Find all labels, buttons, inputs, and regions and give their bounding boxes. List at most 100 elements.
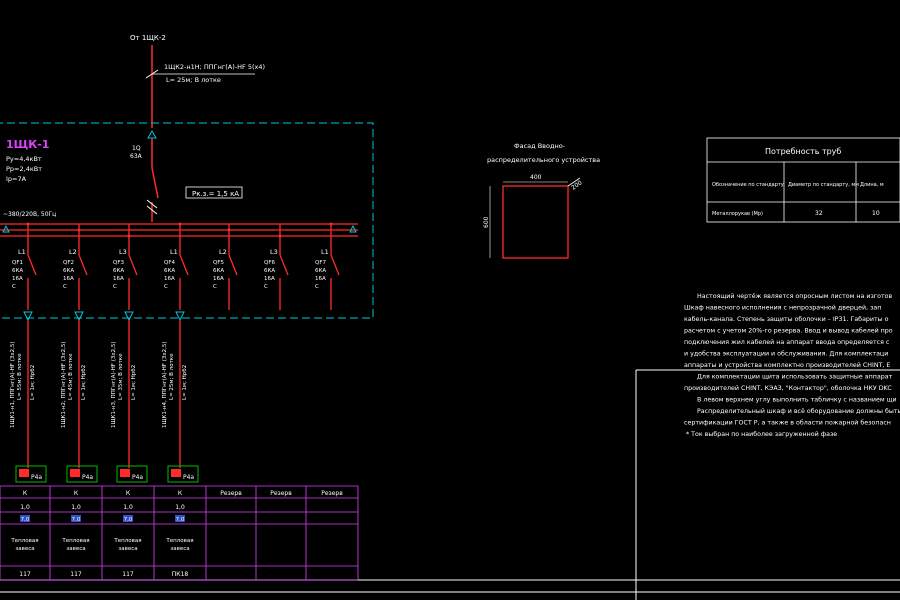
- breaker-6: L3 QF6 6КА 16А С: [264, 224, 289, 310]
- table-cell: 117: [19, 571, 31, 578]
- feeder-terminal: [124, 311, 134, 322]
- cabinet-view: Фасад Вводно- распределительного устройс…: [483, 142, 600, 259]
- table-cell: 117: [70, 571, 82, 578]
- drawing-frame: [0, 369, 900, 600]
- breaker-ka: 6КА: [113, 268, 124, 274]
- panel-pr: Рр=2,4кВт: [6, 165, 42, 173]
- main-switch: 1Q 63А Рк.з.= 1,5 кА: [130, 129, 243, 222]
- cabinet-title-1: Фасад Вводно-: [514, 142, 566, 150]
- cabinet-front: [502, 185, 569, 259]
- note-line: сертификации ГОСТ Р, а также в области п…: [684, 419, 891, 427]
- main-switch-id: 1Q: [132, 145, 141, 152]
- note-line: Распределительный шкаф и всё оборудовани…: [697, 407, 900, 415]
- table-cell: К: [74, 490, 79, 497]
- pipes-row-len: 10: [872, 210, 880, 217]
- feeder-4: 1ЩК1-н4, ППГнг(А)-HF (3х2,5) L= 25м; В ло…: [162, 311, 199, 483]
- breaker-contact: [128, 254, 138, 276]
- note-line: аппараты и устройства комплектно произво…: [684, 361, 890, 369]
- note-line: Для комплектации щита использовать защит…: [697, 374, 893, 381]
- cable-final: L= 1м; Нрб2: [30, 365, 36, 400]
- breaker-id: QF5: [213, 260, 224, 266]
- note-line: расчетом с учетом 20%-го резерва. Ввод и…: [684, 327, 893, 335]
- table-cell: Резерв: [321, 490, 343, 497]
- cable-spec: 1ЩК1-н1, ППГнг(А)-HF (3х2,5): [10, 342, 16, 429]
- breaker-ka: 6КА: [264, 268, 275, 274]
- cabinet-height: 600: [483, 216, 490, 228]
- breaker-amp: 16А: [315, 276, 326, 282]
- breaker-id: QF4: [164, 260, 175, 266]
- breaker-ka: 6КА: [315, 268, 326, 274]
- feeder-terminal: [74, 311, 84, 322]
- feeders-group: 1ЩК1-н1, ППГнг(А)-HF (3х2,5) L= 55м; В ло…: [10, 311, 199, 483]
- breaker-amp: 16А: [113, 276, 124, 282]
- breaker-3: L3 QF3 6КА 16А С: [113, 224, 138, 310]
- feeder-1: 1ЩК1-н1, ППГнг(А)-HF (3х2,5) L= 55м; В ло…: [10, 311, 47, 483]
- cable-spec: 1ЩК1-н4, ППГнг(А)-HF (3х2,5): [162, 342, 168, 429]
- table-cell: К: [23, 490, 28, 497]
- feeder-terminal: [23, 311, 33, 322]
- breaker-contact: [78, 254, 88, 276]
- feeder-2: 1ЩК1-н2, ППГнг(А)-HF (3х2,5) L= 45м; В ло…: [61, 311, 98, 483]
- panel-info: 1ЩК-1 Ру=4,4кВт Рр=2,4кВт Iр=7А ~380/220…: [3, 138, 56, 218]
- table-cell: Тепловая завеса: [165, 538, 193, 552]
- load-label: Р4а: [82, 474, 93, 481]
- feed-cable: 1ЩК2-н1Н; ППГнг(А)-HF 5(х4): [164, 63, 265, 71]
- breaker-phase: L2: [69, 248, 77, 256]
- breaker-id: QF3: [113, 260, 124, 266]
- feed-source: От 1ЩК-2: [130, 34, 166, 42]
- breaker-curve: С: [213, 284, 217, 290]
- cable-final: L= 1м; Нрб2: [182, 365, 188, 400]
- load-symbol: Р4а: [66, 465, 98, 483]
- load-label: Р4а: [132, 474, 143, 481]
- cable-length: L= 45м; В лотке: [68, 353, 74, 400]
- breaker-ka: 6КА: [12, 268, 23, 274]
- main-switch-rating: 63А: [130, 153, 143, 160]
- breaker-amp: 16А: [164, 276, 175, 282]
- breaker-2: L2 QF2 6КА 16А С: [63, 224, 88, 310]
- table-cell: К: [178, 490, 183, 497]
- panel-pu: Ру=4,4кВт: [6, 155, 42, 163]
- breaker-id: QF2: [63, 260, 74, 266]
- breaker-curve: С: [63, 284, 67, 290]
- load-label: Р4а: [31, 474, 42, 481]
- breaker-curve: С: [264, 284, 268, 290]
- feeder-terminal: [175, 311, 185, 322]
- cabinet-title-2: распределительного устройства: [487, 156, 600, 164]
- cabinet-depth: 200: [570, 179, 584, 191]
- cable-spec: 1ЩК1-н3, ППГнг(А)-HF (3х2,5): [111, 342, 117, 429]
- short-circuit-label: Рк.з.= 1,5 кА: [192, 190, 239, 198]
- table-cell: Резерв: [220, 490, 242, 497]
- breaker-contact: [27, 254, 37, 276]
- load-symbol: Р4а: [15, 465, 47, 483]
- table-cell: 1,0: [20, 504, 30, 511]
- breaker-curve: С: [315, 284, 319, 290]
- feed-length: L= 25м; В лотке: [166, 76, 221, 84]
- table-cell: Тепловая завеса: [10, 538, 38, 552]
- notes-block: Настоящий чертёж является опросным листо…: [684, 292, 900, 438]
- cable-spec: 1ЩК1-н2, ППГнг(А)-HF (3х2,5): [61, 342, 67, 429]
- note-line: производителей CHINT, КЭАЗ, "Контактор",…: [684, 384, 892, 392]
- note-line: и удобства эксплуатации и обслуживания. …: [684, 350, 888, 358]
- panel-title: 1ЩК-1: [6, 138, 49, 151]
- note-line: кабель-канала. Степень защиты оболочки –…: [684, 315, 889, 323]
- table-cell: 117: [122, 571, 134, 578]
- note-line: В левом верхнем углу выполнить табличку …: [697, 396, 897, 404]
- table-cell: 7,0: [21, 517, 30, 523]
- pipes-header-3: Длина, м: [860, 182, 884, 188]
- panel-ip: Iр=7А: [6, 175, 27, 183]
- breaker-ka: 6КА: [213, 268, 224, 274]
- pipes-row-diam: 32: [815, 210, 823, 217]
- pipes-header-1: Обозначение по стандарту: [712, 182, 784, 188]
- table-cell: 1,0: [123, 504, 133, 511]
- load-symbol: Р4а: [116, 465, 148, 483]
- table-cell: 7,0: [72, 517, 81, 523]
- breaker-curve: С: [12, 284, 16, 290]
- breaker-amp: 16А: [63, 276, 74, 282]
- load-symbol: Р4а: [167, 465, 199, 483]
- breaker-contact: [228, 254, 238, 276]
- breaker-phase: L1: [170, 248, 178, 256]
- table-cell: 1,0: [71, 504, 81, 511]
- cable-final: L= 1м; Нрб2: [81, 365, 87, 400]
- cable-length: L= 55м; В лотке: [17, 353, 23, 400]
- table-cell: Тепловая завеса: [61, 538, 89, 552]
